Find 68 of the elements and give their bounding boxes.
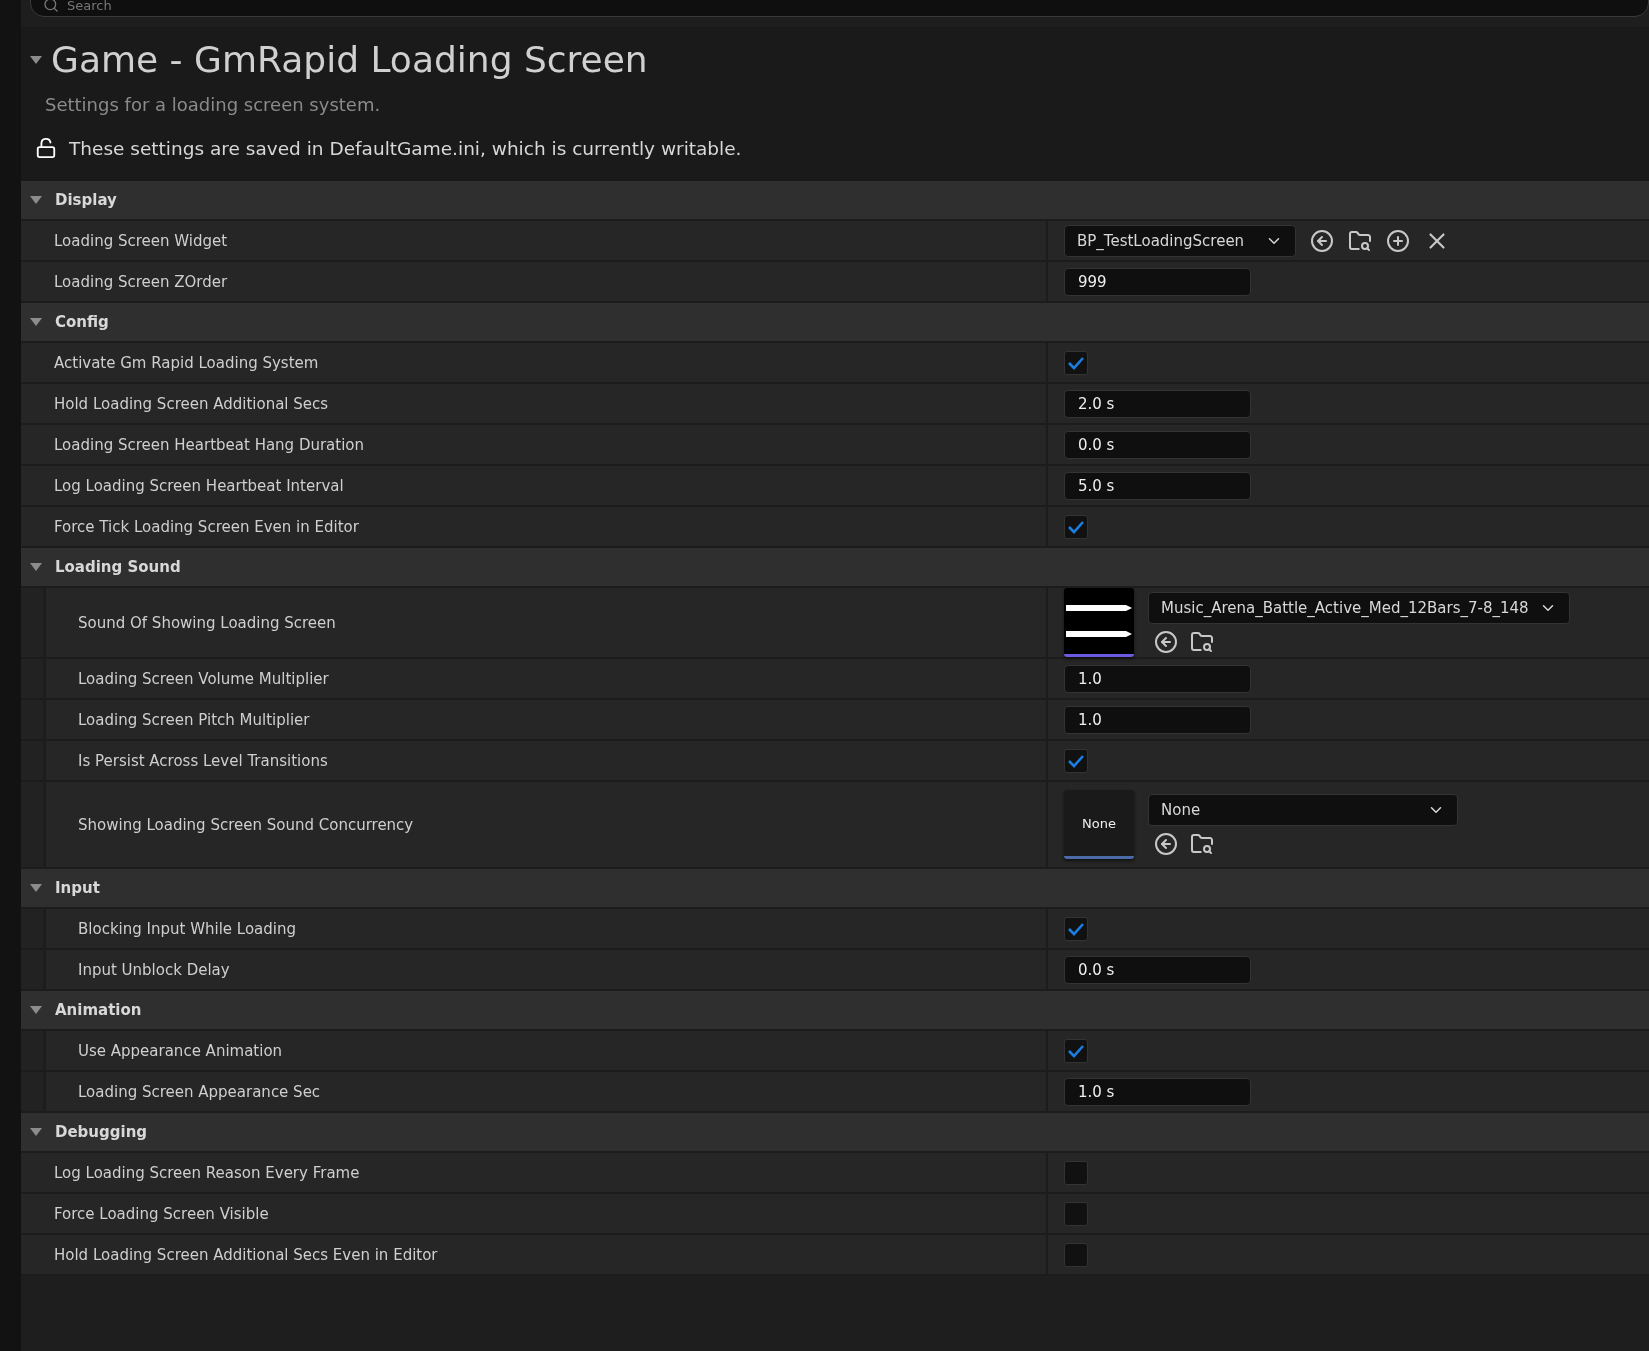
asset-dropdown[interactable]: Music_Arena_Battle_Active_Med_12Bars_7-8_148 (1148, 591, 1570, 624)
property-label: Blocking Input While Loading (77, 919, 296, 938)
collapse-caret-icon[interactable] (29, 562, 43, 572)
unlocked-lock-icon (35, 137, 57, 159)
collapse-caret-icon[interactable] (29, 883, 43, 893)
number-field[interactable]: 1.0 (1064, 664, 1251, 693)
class-dropdown[interactable]: BP_TestLoadingScreen (1064, 224, 1296, 257)
number-field[interactable]: 1.0 (1064, 705, 1251, 734)
collapse-caret-icon[interactable] (29, 1005, 43, 1015)
property-label: Force Tick Loading Screen Even in Editor (53, 517, 359, 536)
section-header[interactable]: Config (21, 303, 1649, 343)
collapse-caret-icon[interactable] (29, 54, 43, 65)
description-text: Settings for a loading screen system. (44, 94, 382, 115)
property-label: Activate Gm Rapid Loading System (53, 353, 319, 372)
collapse-caret-icon[interactable] (29, 1127, 43, 1137)
asset-dropdown[interactable]: None (1148, 793, 1458, 826)
property-label: Showing Loading Screen Sound Concurrency (77, 815, 414, 834)
property-label: Input Unblock Delay (77, 960, 230, 979)
checkmark-icon (1068, 355, 1084, 370)
checkbox[interactable] (1064, 1038, 1088, 1063)
property-label: Hold Loading Screen Additional Secs Even in Editor (53, 1245, 438, 1264)
add-icon[interactable] (1386, 228, 1410, 253)
checkmark-icon (1068, 921, 1084, 936)
number-field[interactable]: 0.0 s (1064, 430, 1251, 459)
folder-search-icon[interactable] (1190, 831, 1214, 856)
property-label: Log Loading Screen Heartbeat Interval (53, 476, 344, 495)
checkbox[interactable] (1064, 1160, 1088, 1185)
property-label: Hold Loading Screen Additional Secs (53, 394, 329, 413)
collapse-caret-icon[interactable] (29, 195, 43, 205)
checkmark-icon (1068, 753, 1084, 768)
number-field[interactable]: 2.0 s (1064, 389, 1251, 418)
number-field[interactable]: 999 (1064, 267, 1251, 296)
property-label: Sound Of Showing Loading Screen (77, 613, 336, 632)
property-label: Force Loading Screen Visible (53, 1204, 269, 1223)
collapse-caret-icon[interactable] (29, 317, 43, 327)
sound-thumbnail[interactable] (1064, 588, 1134, 657)
checkbox[interactable] (1064, 350, 1088, 375)
checkbox[interactable] (1064, 514, 1088, 539)
checkmark-icon (1068, 519, 1084, 534)
checkbox[interactable] (1064, 1201, 1088, 1226)
property-label: Use Appearance Animation (77, 1041, 283, 1060)
section-header[interactable]: Animation (21, 991, 1649, 1031)
number-field[interactable]: 5.0 s (1064, 471, 1251, 500)
folder-search-icon[interactable] (1190, 629, 1214, 654)
section-header[interactable]: Input (21, 869, 1649, 909)
number-field[interactable]: 0.0 s (1064, 955, 1251, 984)
section-header[interactable]: Loading Sound (21, 548, 1649, 588)
number-field[interactable]: 1.0 s (1064, 1077, 1251, 1106)
section-header[interactable]: Display (21, 181, 1649, 221)
checkmark-icon (1068, 1043, 1084, 1058)
property-label: Loading Screen Widget (53, 231, 228, 250)
search-field[interactable]: Search (30, 0, 1649, 17)
property-label: Log Loading Screen Reason Every Frame (53, 1163, 360, 1182)
checkbox[interactable] (1064, 916, 1088, 941)
property-label: Loading Screen Heartbeat Hang Duration (53, 435, 365, 454)
property-label: Loading Screen Appearance Sec (77, 1082, 321, 1101)
property-label: Loading Screen ZOrder (53, 272, 228, 291)
search-icon (43, 0, 59, 13)
folder-search-icon[interactable] (1348, 228, 1372, 253)
property-label: Loading Screen Volume Multiplier (77, 669, 329, 688)
property-label: Is Persist Across Level Transitions (77, 751, 328, 770)
page-title: Game - GmRapid Loading Screen (51, 39, 648, 80)
asset-thumbnail[interactable]: None (1064, 790, 1134, 859)
property-label: Loading Screen Pitch Multiplier (77, 710, 310, 729)
section-header[interactable]: Debugging (21, 1113, 1649, 1153)
notice-text: These settings are saved in DefaultGame.ini, which is currently writable. (69, 137, 742, 159)
checkbox[interactable] (1064, 748, 1088, 773)
checkbox[interactable] (1064, 1242, 1088, 1267)
